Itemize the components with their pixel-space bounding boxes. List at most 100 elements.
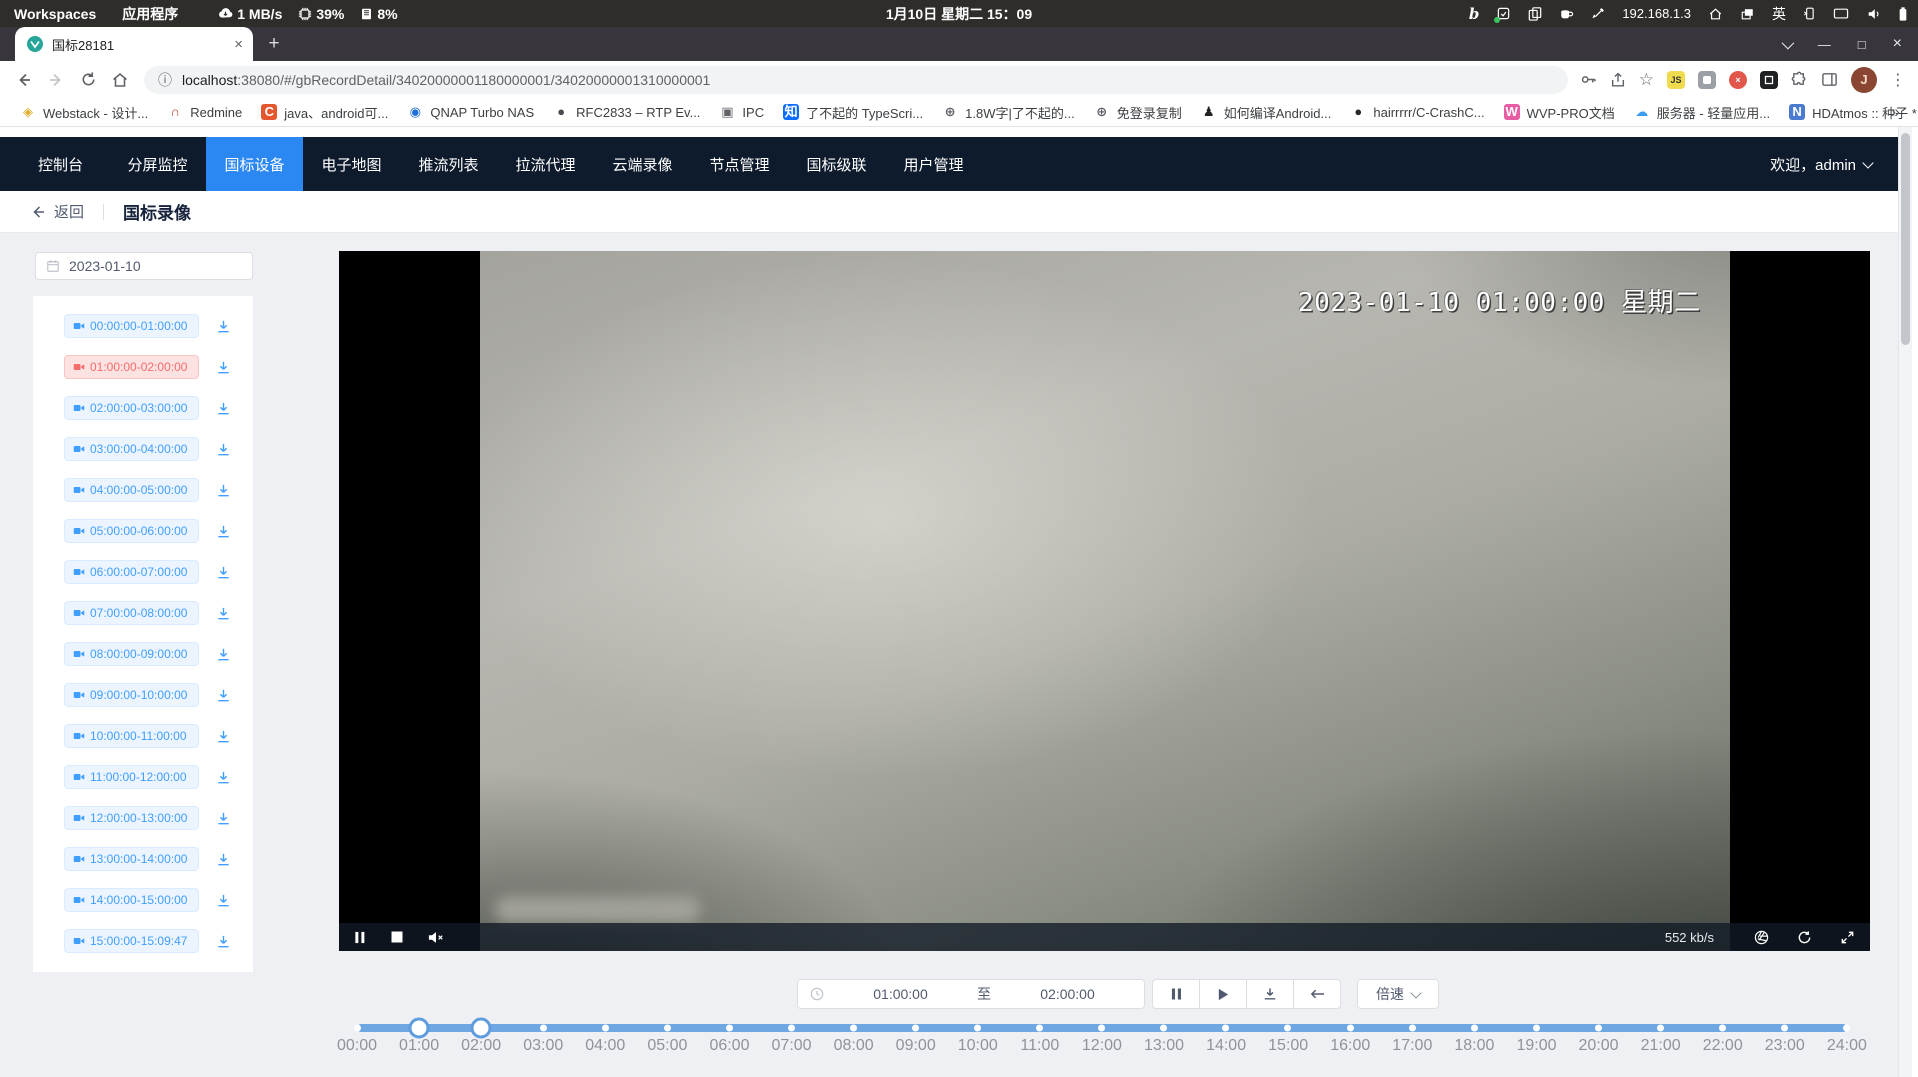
url-bar[interactable]: ⓘ localhost:38080/#/gbRecordDetail/34020… (144, 66, 1568, 94)
snapshot-shutter-icon[interactable] (1754, 930, 1769, 945)
display-icon[interactable] (1833, 7, 1849, 21)
phone-link-icon[interactable] (1803, 6, 1816, 21)
scrollbar-thumb[interactable] (1901, 133, 1910, 345)
date-picker[interactable]: 2023-01-10 (35, 252, 253, 280)
new-tab-button[interactable]: + (262, 32, 286, 56)
bookmark[interactable]: C java、android可... (253, 100, 396, 125)
segment-button[interactable]: 13:00:00-14:00:00 (64, 847, 199, 871)
browser-menu-icon[interactable]: ⋮ (1890, 70, 1906, 90)
bookmark[interactable]: ⊕ 1.8W字|了不起的... (934, 100, 1083, 125)
side-panel-icon[interactable] (1821, 71, 1838, 88)
nav-item[interactable]: 拉流代理 (497, 137, 594, 191)
page-scrollbar[interactable] (1898, 127, 1912, 1077)
speed-dropdown[interactable]: 倍速 (1357, 979, 1439, 1009)
video-player[interactable]: 2023-01-10 01:00:00 星期二 552 kb/s (339, 251, 1870, 951)
bookmark[interactable]: ● hairrrrr/C-CrashC... (1342, 101, 1492, 123)
segment-button[interactable]: 09:00:00-10:00:00 (64, 683, 199, 707)
window-menu-chevron-icon[interactable] (1782, 37, 1791, 52)
download-icon[interactable] (216, 934, 231, 949)
download-icon[interactable] (216, 524, 231, 539)
browser-home-button[interactable] (104, 64, 136, 96)
back-link[interactable]: 返回 (30, 201, 84, 222)
bookmark[interactable]: ● RFC2833 – RTP Ev... (545, 101, 708, 123)
timeline-handle-end[interactable] (471, 1018, 492, 1039)
segment-button[interactable]: 02:00:00-03:00:00 (64, 396, 199, 420)
extension-js-icon[interactable]: JS (1667, 71, 1685, 89)
pause-button[interactable] (1153, 980, 1200, 1008)
range-end-time[interactable]: 02:00:00 (991, 986, 1144, 1002)
nav-item[interactable]: 云端录像 (594, 137, 691, 191)
password-key-icon[interactable] (1580, 71, 1597, 88)
segment-button[interactable]: 07:00:00-08:00:00 (64, 601, 199, 625)
bookmark[interactable]: ⊕ 免登录复制 (1086, 100, 1190, 125)
browser-tab[interactable]: 国标28181 × (15, 27, 253, 61)
bookmark[interactable]: ◉ QNAP Turbo NAS (399, 101, 542, 123)
segment-button[interactable]: 00:00:00-01:00:00 (64, 314, 199, 338)
nav-item[interactable]: 分屏监控 (109, 137, 206, 191)
nav-item[interactable]: 推流列表 (400, 137, 497, 191)
nav-item[interactable]: 电子地图 (303, 137, 400, 191)
seek-back-button[interactable] (1294, 980, 1340, 1008)
app-indicator-icon[interactable] (1496, 6, 1511, 21)
segment-button[interactable]: 15:00:00-15:09:47 (64, 929, 199, 953)
range-start-time[interactable]: 01:00:00 (824, 986, 977, 1002)
download-icon[interactable] (216, 647, 231, 662)
forward-button[interactable] (40, 64, 72, 96)
bookmark[interactable]: ▣ IPC (711, 101, 772, 123)
nav-item[interactable]: 节点管理 (691, 137, 788, 191)
volume-icon[interactable] (1866, 7, 1881, 21)
download-icon[interactable] (216, 852, 231, 867)
segment-button[interactable]: 11:00:00-12:00:00 (64, 765, 199, 789)
download-icon[interactable] (216, 565, 231, 580)
ip-address[interactable]: 192.168.1.3 (1622, 6, 1691, 21)
window-minimize-button[interactable]: — (1818, 37, 1831, 52)
download-icon[interactable] (216, 401, 231, 416)
download-icon[interactable] (216, 688, 231, 703)
clipboard-icon[interactable] (1528, 6, 1542, 21)
bookmark[interactable]: ☁ 服务器 - 轻量应用... (1626, 100, 1778, 125)
segment-button[interactable]: 01:00:00-02:00:00 (64, 355, 199, 379)
segment-button[interactable]: 12:00:00-13:00:00 (64, 806, 199, 830)
workspaces-button[interactable]: Workspaces (14, 6, 96, 22)
extension-red-icon[interactable]: × (1729, 71, 1747, 89)
segment-button[interactable]: 14:00:00-15:00:00 (64, 888, 199, 912)
download-icon[interactable] (216, 319, 231, 334)
window-restore-button[interactable]: □ (1858, 37, 1866, 52)
battery-icon[interactable] (1898, 6, 1908, 22)
window-close-button[interactable]: × (1893, 35, 1902, 53)
download-icon[interactable] (216, 442, 231, 457)
timeline-slider[interactable] (357, 1024, 1847, 1032)
extension-dark-icon[interactable] (1760, 71, 1778, 89)
download-icon[interactable] (216, 811, 231, 826)
download-icon[interactable] (216, 360, 231, 375)
windows-stack-icon[interactable] (1740, 7, 1755, 21)
download-icon[interactable] (216, 483, 231, 498)
player-refresh-icon[interactable] (1797, 930, 1812, 945)
nav-item[interactable]: 国标级联 (788, 137, 885, 191)
bookmark[interactable]: ∩ Redmine (159, 101, 250, 123)
segment-button[interactable]: 03:00:00-04:00:00 (64, 437, 199, 461)
segment-button[interactable]: 08:00:00-09:00:00 (64, 642, 199, 666)
coffee-cup-icon[interactable] (1559, 7, 1574, 21)
player-mute-icon[interactable] (428, 931, 444, 944)
segment-button[interactable]: 04:00:00-05:00:00 (64, 478, 199, 502)
extensions-puzzle-icon[interactable] (1791, 71, 1808, 88)
download-icon[interactable] (216, 729, 231, 744)
bookmark-star-icon[interactable]: ☆ (1639, 71, 1654, 88)
home-icon[interactable] (1708, 7, 1723, 21)
segment-button[interactable]: 05:00:00-06:00:00 (64, 519, 199, 543)
segment-button[interactable]: 06:00:00-07:00:00 (64, 560, 199, 584)
profile-avatar[interactable]: J (1851, 67, 1877, 93)
extension-gray-icon[interactable] (1698, 71, 1716, 89)
player-pause-icon[interactable] (354, 931, 366, 944)
pipette-icon[interactable] (1591, 7, 1605, 21)
player-stop-icon[interactable] (391, 931, 403, 943)
status-b-icon[interactable]: b (1469, 7, 1480, 21)
bookmark[interactable]: W WVP-PRO文档 (1496, 100, 1623, 125)
reload-button[interactable] (72, 64, 104, 96)
download-button[interactable] (1247, 980, 1294, 1008)
site-info-icon[interactable]: ⓘ (158, 70, 172, 90)
fullscreen-icon[interactable] (1840, 930, 1855, 945)
share-icon[interactable] (1610, 72, 1626, 88)
tab-close-icon[interactable]: × (234, 37, 243, 52)
